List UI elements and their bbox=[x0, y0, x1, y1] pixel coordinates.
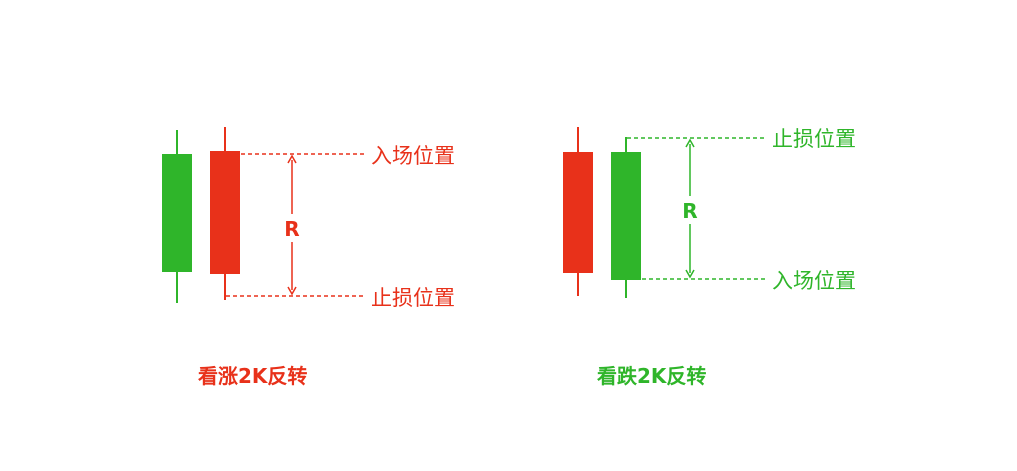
diagram-canvas: R 入场位置 止损位置 R 止损位置 入场位置 bbox=[162, 127, 856, 310]
bearish-candle-2-body bbox=[611, 152, 641, 280]
bearish-r-label: R bbox=[682, 199, 697, 223]
bullish-caption: 看涨2K反转 bbox=[198, 364, 308, 388]
bullish-candle-2 bbox=[210, 127, 240, 300]
bullish-r-arrow: R bbox=[280, 154, 304, 296]
bullish-stop-label: 止损位置 bbox=[371, 286, 455, 310]
bullish-candle-2-body bbox=[210, 151, 240, 274]
bearish-stop-label: 止损位置 bbox=[772, 127, 856, 151]
bullish-candle-1-body bbox=[162, 154, 192, 272]
bearish-candle-2 bbox=[611, 137, 641, 298]
bearish-candle-1 bbox=[563, 127, 593, 296]
bullish-panel: R 入场位置 止损位置 bbox=[162, 127, 455, 310]
bearish-entry-label: 入场位置 bbox=[772, 269, 856, 293]
bearish-panel: R 止损位置 入场位置 bbox=[563, 127, 856, 298]
bearish-candle-1-body bbox=[563, 152, 593, 273]
bearish-caption: 看跌2K反转 bbox=[597, 364, 707, 388]
bullish-entry-label: 入场位置 bbox=[371, 144, 455, 168]
bearish-r-arrow: R bbox=[678, 138, 702, 279]
bullish-candle-1 bbox=[162, 130, 192, 303]
bullish-r-label: R bbox=[284, 217, 299, 241]
